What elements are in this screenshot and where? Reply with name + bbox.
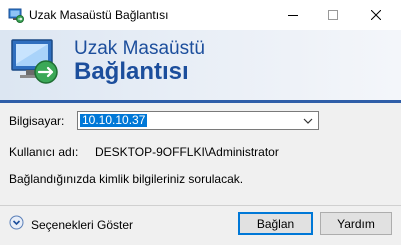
username-label: Kullanıcı adı: [9, 145, 79, 159]
close-icon [371, 10, 381, 20]
remote-desktop-icon [8, 7, 24, 23]
banner-subtitle: Bağlantısı [74, 58, 189, 85]
footer-separator [0, 205, 401, 206]
show-options-link[interactable]: Seçenekleri Göster [31, 218, 133, 232]
expand-options-icon[interactable] [9, 215, 24, 230]
title-bar[interactable]: Uzak Masaüstü Bağlantısı [0, 0, 401, 30]
banner-title: Uzak Masaüstü [74, 38, 205, 59]
header-banner: Uzak Masaüstü Bağlantısı [0, 30, 401, 100]
maximize-button[interactable] [313, 0, 353, 30]
computer-combobox[interactable]: 10.10.10.37 [77, 111, 319, 130]
minimize-icon [288, 15, 298, 16]
minimize-button[interactable] [273, 0, 313, 30]
close-button[interactable] [356, 0, 396, 30]
chevron-down-icon[interactable] [302, 115, 314, 127]
connect-button[interactable]: Bağlan [238, 212, 313, 235]
help-button[interactable]: Yardım [320, 212, 392, 235]
header-divider [0, 100, 401, 103]
remote-desktop-large-icon [8, 34, 64, 90]
credentials-info-text: Bağlandığınızda kimlik bilgileriniz soru… [9, 172, 244, 186]
computer-input[interactable]: 10.10.10.37 [80, 114, 148, 127]
window-title: Uzak Masaüstü Bağlantısı [29, 8, 169, 22]
maximize-icon [328, 10, 338, 20]
computer-label: Bilgisayar: [9, 114, 65, 128]
username-value: DESKTOP-9OFFLKI\Administrator [95, 145, 279, 159]
